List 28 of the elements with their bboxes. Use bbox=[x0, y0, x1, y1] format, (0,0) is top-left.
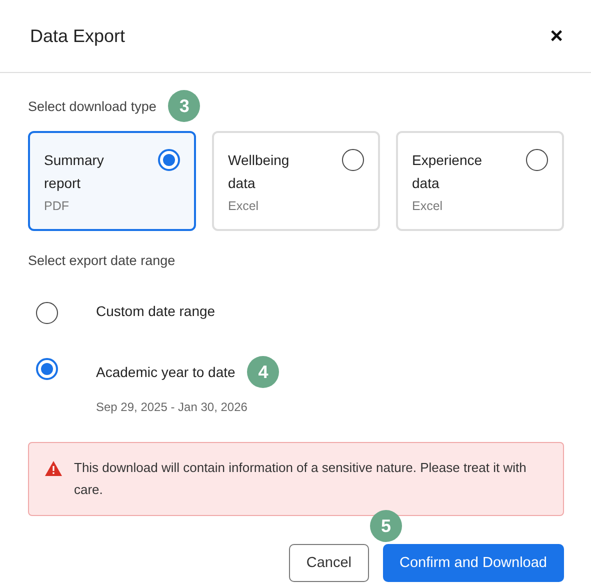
option-title: Experience data bbox=[412, 151, 484, 193]
section-label: Select export date range bbox=[28, 253, 176, 268]
warning-icon bbox=[45, 461, 62, 476]
option-label: Custom date range bbox=[96, 302, 216, 321]
step-badge: 5 bbox=[370, 510, 402, 542]
radio-button[interactable] bbox=[342, 149, 364, 171]
cancel-button[interactable]: Cancel bbox=[289, 544, 368, 582]
option-card[interactable]: Experience data Excel bbox=[396, 131, 564, 231]
radio-button[interactable] bbox=[158, 149, 180, 171]
step-badge: 3 bbox=[168, 90, 200, 122]
dialog-title: Data Export bbox=[30, 26, 126, 46]
confirm-button[interactable]: Confirm and Download bbox=[382, 544, 564, 582]
date-range-text: Sep 29, 2025 - Jan 30, 2026 bbox=[96, 400, 248, 414]
option-label: Academic year to date bbox=[96, 363, 236, 382]
warning-text: This download will contain information of a sensitive nature. Please treat it with care. bbox=[74, 459, 528, 499]
option-title: Wellbeing data bbox=[228, 151, 290, 193]
option-format: Excel bbox=[412, 199, 444, 213]
radio-button[interactable] bbox=[36, 358, 58, 380]
section-label: Select download type bbox=[28, 98, 156, 114]
option-card[interactable]: Wellbeing data Excel bbox=[212, 131, 380, 231]
radio-button[interactable] bbox=[526, 149, 548, 171]
option-title: Summary report bbox=[44, 151, 105, 193]
close-button[interactable]: × bbox=[550, 25, 563, 47]
option-card[interactable]: Summary report PDF bbox=[28, 131, 196, 231]
step-badge: 4 bbox=[247, 356, 280, 388]
radio-button[interactable] bbox=[36, 302, 58, 324]
option-format: PDF bbox=[44, 199, 70, 213]
option-format: Excel bbox=[228, 199, 260, 213]
